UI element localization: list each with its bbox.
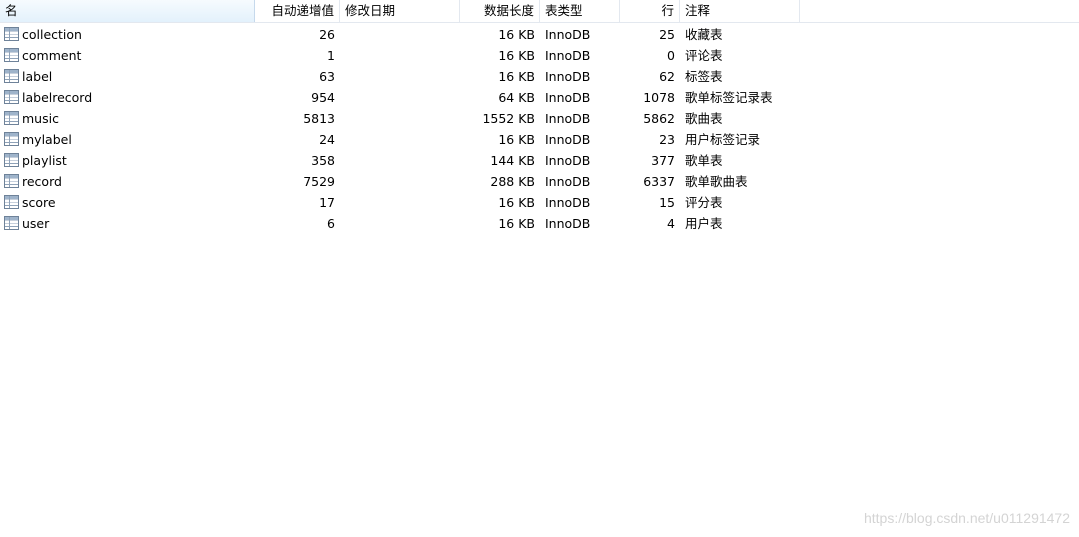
cell-auto-increment: 954 bbox=[311, 90, 335, 105]
table-row[interactable]: score 17 16 KB InnoDB 15 评分表 bbox=[0, 192, 1079, 213]
cell-data-length: 1552 KB bbox=[482, 111, 535, 126]
column-header-comment[interactable]: 注释 bbox=[680, 0, 800, 22]
cell-auto-increment: 63 bbox=[319, 69, 335, 84]
cell-modified-date bbox=[340, 66, 460, 87]
cell-comment: 用户表 bbox=[685, 216, 723, 231]
cell-comment: 歌单歌曲表 bbox=[685, 174, 748, 189]
cell-comment: 标签表 bbox=[685, 69, 723, 84]
cell-engine: InnoDB bbox=[545, 132, 591, 147]
column-header-engine[interactable]: 表类型 bbox=[540, 0, 620, 22]
column-header-rows[interactable]: 行 bbox=[620, 0, 680, 22]
cell-engine: InnoDB bbox=[545, 48, 591, 63]
cell-table-name: comment bbox=[22, 48, 82, 63]
cell-data-length: 16 KB bbox=[498, 27, 535, 42]
table-list-view: 名 ˄ 自动递增值 修改日期 数据长度 表类型 行 注释 collection … bbox=[0, 0, 1079, 537]
cell-rows: 23 bbox=[659, 132, 675, 147]
cell-auto-increment: 7529 bbox=[303, 174, 335, 189]
cell-auto-increment: 6 bbox=[327, 216, 335, 231]
cell-table-name: music bbox=[22, 111, 59, 126]
cell-rows: 25 bbox=[659, 27, 675, 42]
cell-table-name: record bbox=[22, 174, 62, 189]
column-header-modified-date[interactable]: 修改日期 bbox=[340, 0, 460, 22]
cell-comment: 歌单标签记录表 bbox=[685, 90, 773, 105]
cell-comment: 评分表 bbox=[685, 195, 723, 210]
cell-rows: 6337 bbox=[643, 174, 675, 189]
cell-table-name: playlist bbox=[22, 153, 67, 168]
cell-comment: 评论表 bbox=[685, 48, 723, 63]
table-row[interactable]: record 7529 288 KB InnoDB 6337 歌单歌曲表 bbox=[0, 171, 1079, 192]
cell-rows: 377 bbox=[651, 153, 675, 168]
table-row[interactable]: user 6 16 KB InnoDB 4 用户表 bbox=[0, 213, 1079, 234]
cell-rows: 4 bbox=[667, 216, 675, 231]
cell-engine: InnoDB bbox=[545, 153, 591, 168]
table-row[interactable]: labelrecord 954 64 KB InnoDB 1078 歌单标签记录… bbox=[0, 87, 1079, 108]
cell-rows: 5862 bbox=[643, 111, 675, 126]
cell-engine: InnoDB bbox=[545, 174, 591, 189]
cell-engine: InnoDB bbox=[545, 27, 591, 42]
cell-table-name: label bbox=[22, 69, 53, 84]
column-header-data-length[interactable]: 数据长度 bbox=[460, 0, 540, 22]
cell-engine: InnoDB bbox=[545, 111, 591, 126]
cell-auto-increment: 24 bbox=[319, 132, 335, 147]
cell-data-length: 16 KB bbox=[498, 195, 535, 210]
table-row[interactable]: mylabel 24 16 KB InnoDB 23 用户标签记录 bbox=[0, 129, 1079, 150]
cell-modified-date bbox=[340, 129, 460, 150]
cell-table-name: score bbox=[22, 195, 56, 210]
table-row[interactable]: label 63 16 KB InnoDB 62 标签表 bbox=[0, 66, 1079, 87]
cell-auto-increment: 17 bbox=[319, 195, 335, 210]
table-row[interactable]: collection 26 16 KB InnoDB 25 收藏表 bbox=[0, 24, 1079, 45]
cell-modified-date bbox=[340, 150, 460, 171]
cell-data-length: 16 KB bbox=[498, 132, 535, 147]
cell-comment: 用户标签记录 bbox=[685, 132, 761, 147]
table-row[interactable]: playlist 358 144 KB InnoDB 377 歌单表 bbox=[0, 150, 1079, 171]
cell-table-name: collection bbox=[22, 27, 82, 42]
cell-rows: 0 bbox=[667, 48, 675, 63]
column-header-auto-increment[interactable]: 自动递增值 bbox=[255, 0, 340, 22]
cell-data-length: 64 KB bbox=[498, 90, 535, 105]
cell-auto-increment: 1 bbox=[327, 48, 335, 63]
cell-engine: InnoDB bbox=[545, 69, 591, 84]
table-rows: collection 26 16 KB InnoDB 25 收藏表 commen… bbox=[0, 24, 1079, 234]
cell-data-length: 288 KB bbox=[490, 174, 535, 189]
cell-engine: InnoDB bbox=[545, 195, 591, 210]
cell-table-name: user bbox=[22, 216, 50, 231]
cell-auto-increment: 358 bbox=[311, 153, 335, 168]
column-header-name[interactable]: 名 ˄ bbox=[0, 0, 255, 22]
cell-table-name: labelrecord bbox=[22, 90, 93, 105]
table-row[interactable]: comment 1 16 KB InnoDB 0 评论表 bbox=[0, 45, 1079, 66]
cell-auto-increment: 26 bbox=[319, 27, 335, 42]
cell-comment: 歌曲表 bbox=[685, 111, 723, 126]
cell-modified-date bbox=[340, 45, 460, 66]
cell-data-length: 16 KB bbox=[498, 69, 535, 84]
cell-data-length: 16 KB bbox=[498, 48, 535, 63]
cell-modified-date bbox=[340, 171, 460, 192]
cell-data-length: 144 KB bbox=[490, 153, 535, 168]
table-row[interactable]: music 5813 1552 KB InnoDB 5862 歌曲表 bbox=[0, 108, 1079, 129]
cell-auto-increment: 5813 bbox=[303, 111, 335, 126]
watermark-text: https://blog.csdn.net/u011291472 bbox=[863, 510, 1070, 526]
cell-modified-date bbox=[340, 24, 460, 45]
cell-engine: InnoDB bbox=[545, 90, 591, 105]
cell-modified-date bbox=[340, 192, 460, 213]
cell-modified-date bbox=[340, 108, 460, 129]
cell-engine: InnoDB bbox=[545, 216, 591, 231]
cell-rows: 62 bbox=[659, 69, 675, 84]
cell-modified-date bbox=[340, 87, 460, 108]
cell-modified-date bbox=[340, 213, 460, 234]
sort-ascending-icon: ˄ bbox=[118, 0, 123, 7]
cell-table-name: mylabel bbox=[22, 132, 72, 147]
column-header-bar: 名 ˄ 自动递增值 修改日期 数据长度 表类型 行 注释 bbox=[0, 0, 1079, 23]
cell-rows: 1078 bbox=[643, 90, 675, 105]
cell-rows: 15 bbox=[659, 195, 675, 210]
cell-data-length: 16 KB bbox=[498, 216, 535, 231]
column-header-filler bbox=[800, 0, 1079, 22]
column-header-name-label: 名 bbox=[5, 3, 18, 18]
cell-comment: 收藏表 bbox=[685, 27, 723, 42]
cell-comment: 歌单表 bbox=[685, 153, 723, 168]
